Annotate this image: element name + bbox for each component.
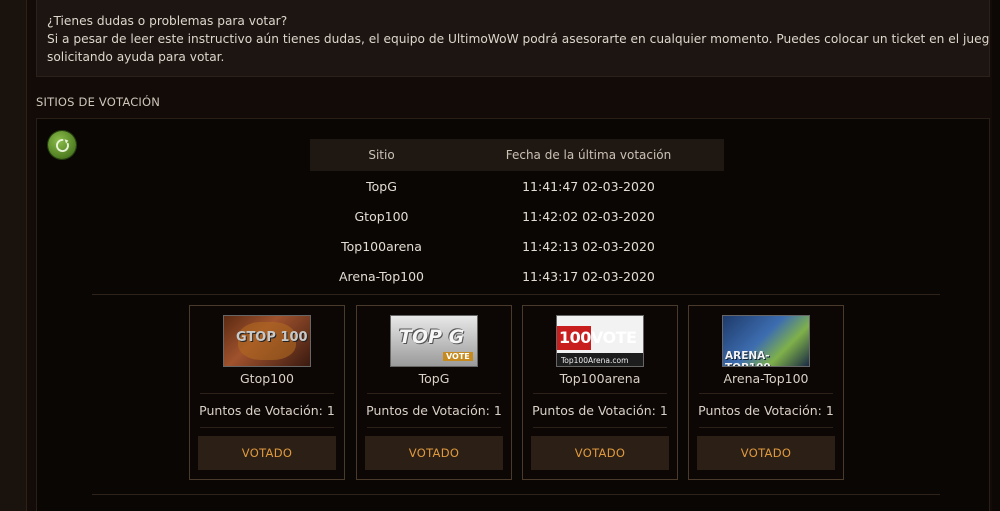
gtop100-logo-text: GTOP 100 (236, 330, 308, 345)
vote-site-card-gtop100: GTOP 100 Gtop100 Puntos de Votación: 1 V… (189, 305, 345, 480)
topg-logo-sub: VOTE (443, 352, 473, 361)
right-scrollbar-rail[interactable] (992, 0, 1000, 511)
table-row: Gtop100 11:42:02 02-03-2020 (310, 201, 724, 231)
card-divider (367, 393, 501, 394)
card-divider (699, 393, 833, 394)
table-header-row: Sitio Fecha de la última votación (310, 139, 724, 171)
card-divider (200, 393, 334, 394)
top100arena-logo[interactable]: 100VOTE Top100Arena.com (556, 315, 644, 367)
card-vote-points: Puntos de Votación: 1 (532, 403, 668, 418)
row-site: Top100arena (341, 238, 422, 254)
card-divider (200, 427, 334, 428)
card-site-name: TopG (418, 371, 450, 386)
row-date: 11:42:13 02-03-2020 (522, 238, 655, 254)
arena-top100-logo-text: ARENA-TOP100 (725, 350, 771, 366)
arena-top100-logo[interactable]: ARENA-TOP100 (722, 315, 810, 367)
vote-history-table: Sitio Fecha de la última votación TopG 1… (310, 139, 724, 291)
card-divider (533, 393, 667, 394)
vote-site-card-top100arena: 100VOTE Top100Arena.com Top100arena Punt… (522, 305, 678, 480)
top100arena-logo-text: 100VOTE (559, 328, 637, 347)
card-divider (699, 427, 833, 428)
topg-logo[interactable]: TOP G VOTE (390, 315, 478, 367)
card-vote-points: Puntos de Votación: 1 (366, 403, 502, 418)
voted-button[interactable]: VOTADO (198, 436, 336, 470)
table-row: Arena-Top100 11:43:17 02-03-2020 (310, 261, 724, 291)
card-vote-points: Puntos de Votación: 1 (199, 403, 335, 418)
row-site: Arena-Top100 (338, 268, 424, 284)
help-body-line-2: solicitando ayuda para votar. (47, 50, 225, 64)
help-body-line-1: Si a pesar de leer este instructivo aún … (47, 32, 989, 46)
divider (92, 294, 940, 295)
voted-button[interactable]: VOTADO (697, 436, 835, 470)
card-site-name: Top100arena (559, 371, 641, 386)
top100arena-logo-sub: Top100Arena.com (561, 356, 629, 365)
vote-site-card-topg: TOP G VOTE TopG Puntos de Votación: 1 VO… (356, 305, 512, 480)
card-vote-points: Puntos de Votación: 1 (698, 403, 834, 418)
help-question: ¿Tienes dudas o problemas para votar? (47, 14, 288, 28)
row-date: 11:41:47 02-03-2020 (522, 178, 655, 194)
vote-site-card-arena-top100: ARENA-TOP100 Arena-Top100 Puntos de Vota… (688, 305, 844, 480)
row-date: 11:42:02 02-03-2020 (522, 208, 655, 224)
topg-logo-text: TOP G (399, 326, 465, 348)
refresh-icon (55, 138, 69, 152)
voted-button[interactable]: VOTADO (365, 436, 503, 470)
left-sidebar-rail (0, 0, 27, 511)
card-site-name: Gtop100 (239, 371, 295, 386)
divider (92, 494, 940, 495)
card-divider (533, 427, 667, 428)
section-title: SITIOS DE VOTACIÓN (36, 95, 161, 109)
table-row: Top100arena 11:42:13 02-03-2020 (310, 231, 724, 261)
card-site-name: Arena-Top100 (723, 371, 809, 386)
table-row: TopG 11:41:47 02-03-2020 (310, 171, 724, 201)
card-divider (367, 427, 501, 428)
voted-button[interactable]: VOTADO (531, 436, 669, 470)
help-info-box: ¿Tienes dudas o problemas para votar? Si… (36, 0, 990, 77)
refresh-button[interactable] (48, 131, 76, 159)
row-site: Gtop100 (354, 208, 409, 224)
row-site: TopG (366, 178, 397, 194)
header-date: Fecha de la última votación (453, 139, 724, 171)
gtop100-logo[interactable]: GTOP 100 (223, 315, 311, 367)
row-date: 11:43:17 02-03-2020 (522, 268, 655, 284)
header-site: Sitio (310, 139, 453, 171)
